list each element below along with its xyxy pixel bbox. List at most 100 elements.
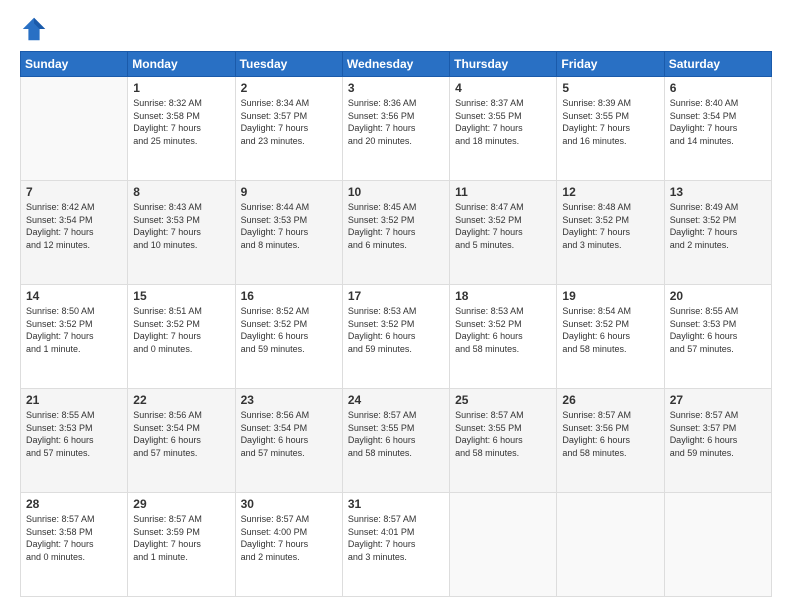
daylight-text: Daylight: 6 hours [133,434,229,447]
daylight-text: Daylight: 6 hours [455,330,551,343]
sunset-text: Sunset: 3:52 PM [670,214,766,227]
cell-info: Sunrise: 8:52 AMSunset: 3:52 PMDaylight:… [241,305,337,355]
sunset-text: Sunset: 3:54 PM [26,214,122,227]
cell-info: Sunrise: 8:47 AMSunset: 3:52 PMDaylight:… [455,201,551,251]
cell-info: Sunrise: 8:57 AMSunset: 3:56 PMDaylight:… [562,409,658,459]
weekday-header-thursday: Thursday [450,52,557,77]
daylight-text: and 5 minutes. [455,239,551,252]
day-number: 17 [348,289,444,303]
calendar-cell: 26 Sunrise: 8:57 AMSunset: 3:56 PMDayligh… [557,389,664,493]
sunrise-text: Sunrise: 8:48 AM [562,201,658,214]
daylight-text: and 3 minutes. [348,551,444,564]
cell-info: Sunrise: 8:43 AMSunset: 3:53 PMDaylight:… [133,201,229,251]
daylight-text: Daylight: 7 hours [562,122,658,135]
day-number: 5 [562,81,658,95]
daylight-text: and 23 minutes. [241,135,337,148]
sunrise-text: Sunrise: 8:54 AM [562,305,658,318]
cell-info: Sunrise: 8:42 AMSunset: 3:54 PMDaylight:… [26,201,122,251]
calendar-cell: 21Sunrise: 8:55 AMSunset: 3:53 PMDayligh… [21,389,128,493]
sunset-text: Sunset: 4:00 PM [241,526,337,539]
calendar-cell: 24Sunrise: 8:57 AMSunset: 3:55 PMDayligh… [342,389,449,493]
calendar-cell: 11Sunrise: 8:47 AMSunset: 3:52 PMDayligh… [450,181,557,285]
daylight-text: and 58 minutes. [562,447,658,460]
sunrise-text: Sunrise: 8:53 AM [348,305,444,318]
day-number: 26 [562,393,658,407]
sunrise-text: Sunrise: 8:44 AM [241,201,337,214]
day-number: 9 [241,185,337,199]
daylight-text: Daylight: 7 hours [133,538,229,551]
sunset-text: Sunset: 4:01 PM [348,526,444,539]
calendar-cell: 14Sunrise: 8:50 AMSunset: 3:52 PMDayligh… [21,285,128,389]
daylight-text: and 2 minutes. [670,239,766,252]
daylight-text: Daylight: 6 hours [241,434,337,447]
day-number: 7 [26,185,122,199]
daylight-text: Daylight: 7 hours [133,226,229,239]
cell-info: Sunrise: 8:57 AMSunset: 3:57 PMDaylight:… [670,409,766,459]
daylight-text: and 58 minutes. [562,343,658,356]
daylight-text: and 58 minutes. [348,447,444,460]
daylight-text: Daylight: 7 hours [133,122,229,135]
daylight-text: Daylight: 6 hours [562,434,658,447]
sunset-text: Sunset: 3:57 PM [241,110,337,123]
sunrise-text: Sunrise: 8:57 AM [670,409,766,422]
daylight-text: Daylight: 7 hours [26,226,122,239]
cell-info: Sunrise: 8:57 AMSunset: 3:59 PMDaylight:… [133,513,229,563]
sunrise-text: Sunrise: 8:57 AM [133,513,229,526]
calendar-cell: 5Sunrise: 8:39 AMSunset: 3:55 PMDaylight… [557,77,664,181]
cell-info: Sunrise: 8:57 AMSunset: 4:01 PMDaylight:… [348,513,444,563]
weekday-header-tuesday: Tuesday [235,52,342,77]
daylight-text: Daylight: 6 hours [670,434,766,447]
daylight-text: Daylight: 7 hours [670,226,766,239]
calendar-cell: 28Sunrise: 8:57 AMSunset: 3:58 PMDayligh… [21,493,128,597]
calendar-cell [557,493,664,597]
calendar-cell: 3Sunrise: 8:36 AMSunset: 3:56 PMDaylight… [342,77,449,181]
daylight-text: Daylight: 7 hours [455,226,551,239]
sunrise-text: Sunrise: 8:56 AM [133,409,229,422]
day-number: 1 [133,81,229,95]
sunset-text: Sunset: 3:55 PM [455,110,551,123]
sunrise-text: Sunrise: 8:36 AM [348,97,444,110]
day-number: 22 [133,393,229,407]
day-number: 16 [241,289,337,303]
calendar-cell: 6Sunrise: 8:40 AMSunset: 3:54 PMDaylight… [664,77,771,181]
daylight-text: Daylight: 7 hours [348,538,444,551]
calendar-cell: 19Sunrise: 8:54 AMSunset: 3:52 PMDayligh… [557,285,664,389]
calendar-cell: 17Sunrise: 8:53 AMSunset: 3:52 PMDayligh… [342,285,449,389]
weekday-header-sunday: Sunday [21,52,128,77]
cell-info: Sunrise: 8:49 AMSunset: 3:52 PMDaylight:… [670,201,766,251]
page: SundayMondayTuesdayWednesdayThursdayFrid… [0,0,792,612]
day-number: 19 [562,289,658,303]
sunset-text: Sunset: 3:52 PM [133,318,229,331]
daylight-text: and 1 minute. [26,343,122,356]
day-number: 15 [133,289,229,303]
sunset-text: Sunset: 3:56 PM [348,110,444,123]
sunrise-text: Sunrise: 8:49 AM [670,201,766,214]
sunset-text: Sunset: 3:57 PM [670,422,766,435]
daylight-text: and 12 minutes. [26,239,122,252]
daylight-text: Daylight: 6 hours [26,434,122,447]
sunset-text: Sunset: 3:54 PM [670,110,766,123]
calendar-cell: 7 Sunrise: 8:42 AMSunset: 3:54 PMDaylight… [21,181,128,285]
sunset-text: Sunset: 3:55 PM [562,110,658,123]
daylight-text: Daylight: 7 hours [26,330,122,343]
daylight-text: Daylight: 7 hours [562,226,658,239]
cell-info: Sunrise: 8:57 AMSunset: 3:58 PMDaylight:… [26,513,122,563]
day-number: 29 [133,497,229,511]
day-number: 21 [26,393,122,407]
daylight-text: and 57 minutes. [241,447,337,460]
day-number: 13 [670,185,766,199]
calendar-cell: 25Sunrise: 8:57 AMSunset: 3:55 PMDayligh… [450,389,557,493]
sunset-text: Sunset: 3:56 PM [562,422,658,435]
sunset-text: Sunset: 3:52 PM [348,318,444,331]
sunset-text: Sunset: 3:52 PM [26,318,122,331]
calendar-cell: 4Sunrise: 8:37 AMSunset: 3:55 PMDaylight… [450,77,557,181]
cell-info: Sunrise: 8:57 AMSunset: 3:55 PMDaylight:… [455,409,551,459]
sunset-text: Sunset: 3:52 PM [241,318,337,331]
logo [20,15,52,43]
daylight-text: Daylight: 7 hours [241,538,337,551]
sunrise-text: Sunrise: 8:32 AM [133,97,229,110]
daylight-text: and 20 minutes. [348,135,444,148]
sunset-text: Sunset: 3:58 PM [26,526,122,539]
calendar-body: 1 Sunrise: 8:32 AM Sunset: 3:58 PM Daylight… [21,77,772,597]
sunrise-text: Sunrise: 8:40 AM [670,97,766,110]
